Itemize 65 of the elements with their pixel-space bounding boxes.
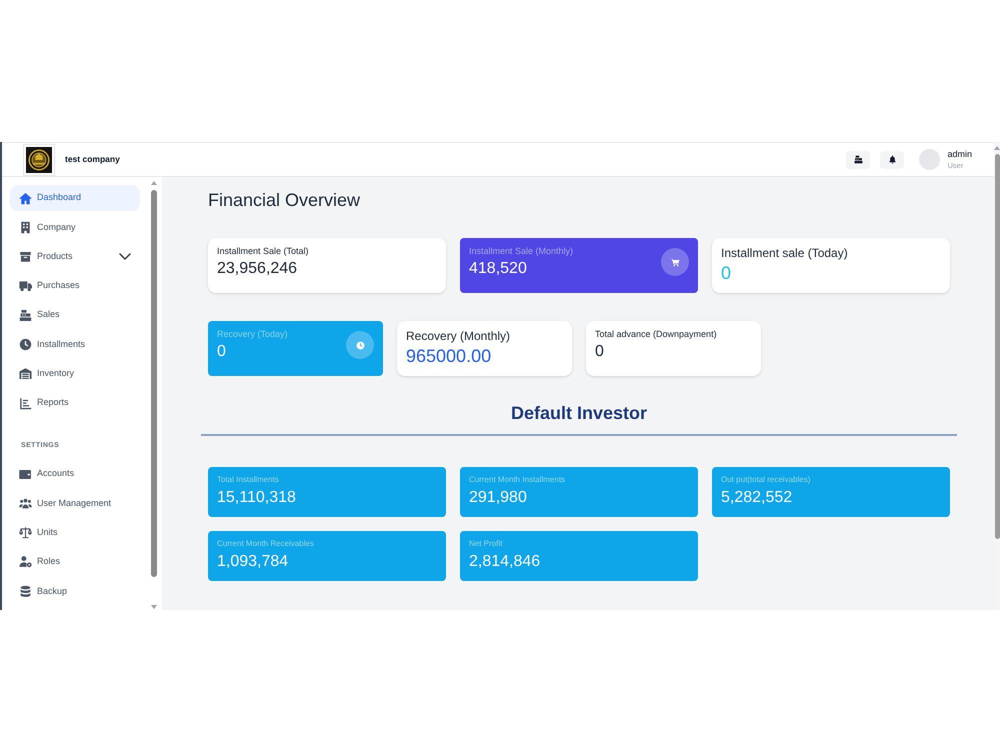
- warehouse-icon: [19, 367, 32, 380]
- stat-value: 23,956,246: [217, 259, 298, 279]
- cash-register-icon: [19, 308, 32, 322]
- sidebar-item[interactable]: Sales: [10, 302, 140, 328]
- notifications-button[interactable]: [880, 150, 904, 168]
- stat-label: Net Profit: [469, 539, 504, 549]
- clock-icon: [346, 331, 374, 359]
- chevron-down-icon: [119, 252, 131, 261]
- sidebar-item[interactable]: Backup: [10, 578, 140, 604]
- sidebar-item[interactable]: User Management: [10, 490, 140, 516]
- sidebar-item[interactable]: Dashboard: [10, 185, 140, 211]
- box-icon: [19, 250, 32, 264]
- scroll-up-arrow-icon: [151, 181, 157, 185]
- stat-label: Current Month Installments: [469, 475, 566, 485]
- sidebar-item[interactable]: Roles: [10, 548, 140, 575]
- company-name: test company: [65, 153, 120, 166]
- building-icon: [19, 220, 32, 234]
- printer-icon: [854, 155, 863, 164]
- scroll-down-arrow-icon: [151, 605, 157, 609]
- sidebar-item[interactable]: Reports: [10, 390, 140, 416]
- sidebar-item[interactable]: Purchases: [10, 272, 140, 299]
- sidebar-item[interactable]: Installments: [10, 331, 140, 358]
- user-name: admin: [947, 148, 972, 160]
- list-chart-icon: [19, 396, 32, 410]
- cart-icon: [661, 248, 689, 276]
- stat-label: Recovery (Monthly): [406, 329, 512, 343]
- avatar-icon: [919, 149, 940, 170]
- stat-value: 15,110,318: [217, 488, 297, 508]
- print-button[interactable]: [846, 150, 870, 168]
- stat-label: Installment Sale (Total): [217, 246, 310, 257]
- users-icon: [19, 496, 32, 510]
- stat-value: 965000.00: [406, 345, 492, 367]
- database-icon: [19, 584, 32, 598]
- stat-label: Total advance (Downpayment): [595, 329, 718, 340]
- user-gear-icon: [19, 555, 32, 568]
- stat-value: 2,814,846: [469, 552, 542, 572]
- stat-label: Installment Sale (Monthly): [469, 246, 574, 257]
- wallet-icon: [19, 468, 32, 481]
- stat-value: 0: [721, 262, 732, 284]
- truck-icon: [19, 279, 32, 292]
- stat-label: Out put(total receivables): [721, 475, 812, 485]
- stat-value: 0: [217, 342, 227, 362]
- sidebar-item[interactable]: Units: [10, 520, 140, 546]
- scale-icon: [19, 526, 32, 540]
- clock-icon: [19, 338, 32, 351]
- stat-label: Total Installments: [217, 475, 280, 485]
- scrollbar-thumb[interactable]: [151, 190, 157, 577]
- sidebar-item[interactable]: Inventory: [10, 360, 140, 387]
- stat-label: Current Month Receivables: [217, 539, 315, 549]
- bell-icon: [888, 155, 897, 164]
- stat-value: 0: [595, 342, 605, 362]
- scrollbar-thumb[interactable]: [994, 154, 1000, 539]
- stat-value: 291,980: [469, 488, 528, 508]
- stat-value: 1,093,784: [217, 552, 290, 572]
- sidebar-item[interactable]: Company: [10, 214, 140, 240]
- section-title: Default Investor: [510, 402, 648, 424]
- sidebar-item[interactable]: Products: [10, 244, 140, 270]
- sidebar-item[interactable]: Accounts: [10, 461, 140, 488]
- stat-label: Recovery (Today): [217, 329, 288, 340]
- stat-value: 418,520: [469, 259, 528, 279]
- page-title: Financial Overview: [208, 189, 362, 211]
- scroll-up-arrow-icon: [994, 146, 1000, 150]
- home-icon: [19, 192, 32, 204]
- stat-label: Installment sale (Today): [721, 246, 849, 260]
- stat-value: 5,282,552: [721, 488, 794, 508]
